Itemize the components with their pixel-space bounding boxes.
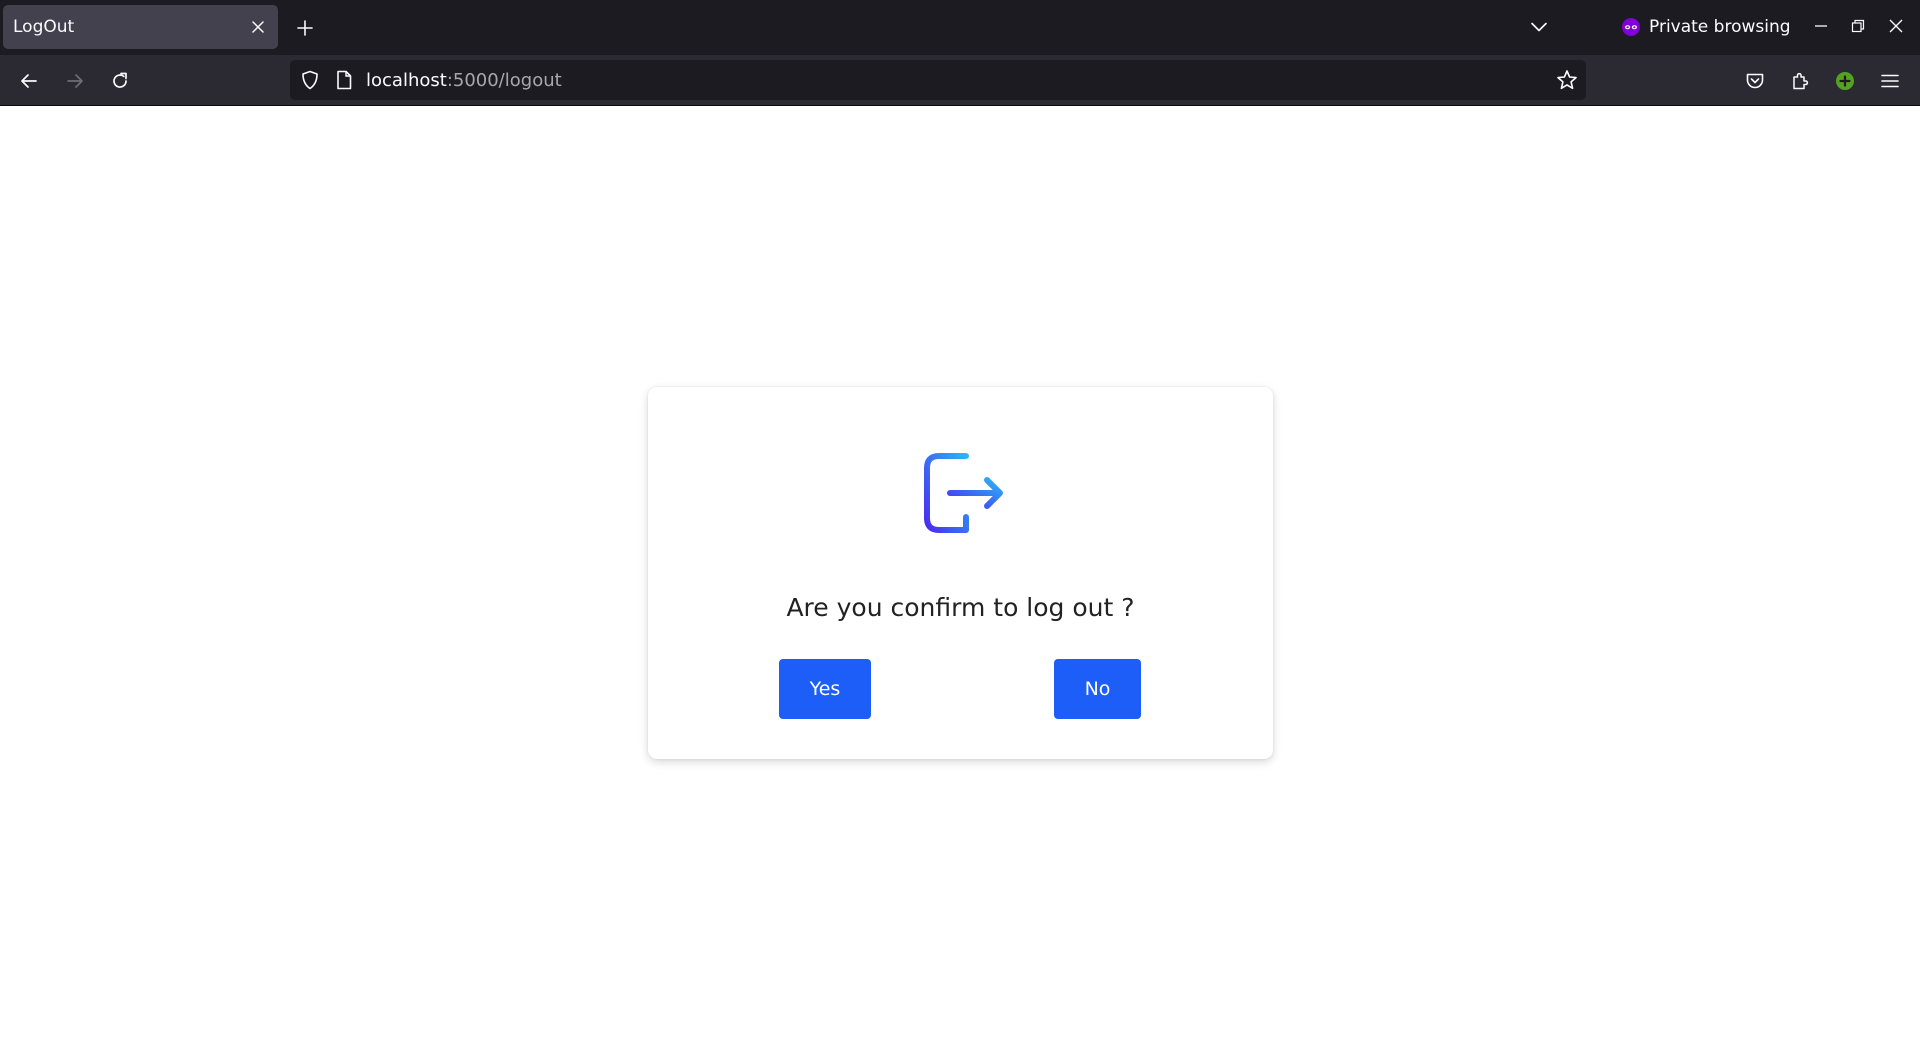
- tab-strip: LogOut Private browsing: [0, 0, 1920, 55]
- minimize-window-button[interactable]: [1811, 16, 1831, 36]
- forward-button[interactable]: [62, 68, 88, 94]
- shield-icon[interactable]: [300, 70, 320, 90]
- address-bar[interactable]: localhost:5000/logout: [290, 60, 1586, 100]
- tab-title: LogOut: [13, 17, 75, 37]
- page-content: Are you confirm to log out ? Yes No: [0, 106, 1920, 1040]
- puzzle-icon: [1793, 72, 1809, 90]
- yes-button[interactable]: Yes: [779, 659, 871, 719]
- url-path: :5000/logout: [446, 69, 562, 91]
- logout-icon: [924, 453, 1003, 533]
- extensions-button[interactable]: [1787, 68, 1813, 94]
- addon-button[interactable]: [1832, 68, 1858, 94]
- url-host: localhost: [366, 69, 447, 91]
- private-mask-icon: [1622, 18, 1640, 36]
- private-browsing-indicator: Private browsing: [1621, 14, 1791, 40]
- arrow-right-icon: [67, 74, 83, 88]
- chevron-down-icon: [1531, 22, 1547, 32]
- hamburger-menu-icon: [1881, 74, 1899, 88]
- restore-icon: [1851, 19, 1865, 33]
- plus-icon: [297, 20, 313, 36]
- list-all-tabs-button[interactable]: [1529, 17, 1549, 37]
- logout-dialog: Are you confirm to log out ? Yes No: [648, 387, 1273, 759]
- no-button[interactable]: No: [1054, 659, 1141, 719]
- reload-button[interactable]: [107, 68, 133, 94]
- pocket-button[interactable]: [1742, 68, 1768, 94]
- close-window-button[interactable]: [1886, 16, 1906, 36]
- restore-window-button[interactable]: [1848, 16, 1868, 36]
- application-menu-button[interactable]: [1877, 68, 1903, 94]
- tab-logout[interactable]: LogOut: [3, 5, 278, 49]
- close-icon: [1889, 19, 1903, 33]
- new-tab-button[interactable]: [294, 17, 316, 39]
- minimize-icon: [1815, 25, 1827, 27]
- logout-confirm-message: Are you confirm to log out ?: [786, 593, 1135, 622]
- reload-icon: [113, 72, 127, 88]
- back-button[interactable]: [16, 68, 42, 94]
- private-browsing-label: Private browsing: [1649, 17, 1791, 37]
- close-icon[interactable]: [250, 19, 266, 35]
- page-icon[interactable]: [334, 70, 354, 90]
- url-text[interactable]: localhost:5000/logout: [366, 60, 562, 100]
- arrow-left-icon: [21, 74, 37, 88]
- plus-circle-icon: [1836, 72, 1854, 90]
- pocket-icon: [1746, 73, 1764, 89]
- star-icon[interactable]: [1556, 69, 1578, 91]
- navigation-toolbar: localhost:5000/logout: [0, 55, 1920, 106]
